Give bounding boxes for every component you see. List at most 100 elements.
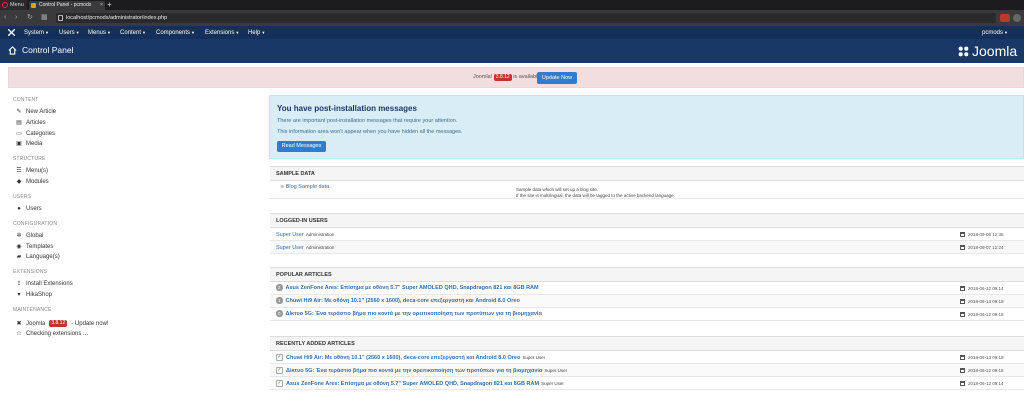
- url-text: localhost/pcmods/administrator/index.php: [66, 15, 168, 21]
- reload-icon[interactable]: ↻: [27, 13, 33, 23]
- calendar-icon: [960, 312, 965, 317]
- table-row: 1 Chuwi Hi9 Air: Με οθόνη 10.1" (2560 x 1…: [270, 295, 1024, 308]
- calendar-icon: [960, 355, 965, 360]
- published-check-icon[interactable]: ✓: [276, 380, 283, 388]
- article-link[interactable]: Chuwi Hi9 Air: Με οθόνη 10.1" (2560 x 16…: [286, 355, 520, 361]
- sidebar-heading-maintenance: MAINTENANCE: [13, 307, 52, 313]
- sidebar-heading-configuration: CONFIGURATION: [13, 221, 58, 227]
- table-row: ✓ Chuwi Hi9 Air: Με οθόνη 10.1" (2560 x 1…: [270, 351, 1024, 364]
- cart-icon: ▾: [17, 292, 21, 298]
- sidebar-item-modules[interactable]: ◆ Modules: [16, 179, 49, 185]
- comments-icon: ▰: [16, 254, 22, 260]
- table-row: 2 Asus ZenFone Ares: Επίσημα με οθόνη 5.7…: [270, 282, 1024, 295]
- chevron-down-icon: ▼: [142, 30, 146, 35]
- calendar-icon: [960, 286, 965, 291]
- sidebar-item-media[interactable]: ▣ Media: [16, 141, 42, 147]
- sidebar-heading-content: CONTENT: [13, 97, 39, 103]
- chevron-down-icon: ▼: [191, 30, 195, 35]
- page-header: Control Panel Joomla: [0, 39, 1024, 63]
- sidebar-heading-structure: STRUCTURE: [13, 156, 46, 162]
- popular-articles-panel: POPULAR ARTICLES 2 Asus ZenFone Ares: Επί…: [270, 267, 1024, 321]
- recent-articles-panel: RECENTLY ADDED ARTICLES ✓ Chuwi Hi9 Air: …: [270, 336, 1024, 390]
- tab-title: Control Panel - pcmods: [39, 2, 92, 8]
- calendar-icon: [960, 381, 965, 386]
- calendar-icon: [960, 299, 965, 304]
- sidebar-item-global[interactable]: ✲ Global: [16, 233, 43, 239]
- panel-heading: RECENTLY ADDED ARTICLES: [270, 337, 1024, 351]
- article-link[interactable]: Δίκτυο 5G: Ένα τεράστιο βήμα πιο κοντά μ…: [286, 368, 542, 374]
- sidebar-heading-users: USERS: [13, 194, 32, 200]
- sidebar-item-hikashop[interactable]: ▾ HikaShop: [16, 292, 52, 298]
- table-row: ✓ Δίκτυο 5G: Ένα τεράστιο βήμα πιο κοντά …: [270, 364, 1024, 377]
- menu-extensions[interactable]: Extensions▼: [205, 26, 239, 40]
- gear-icon: ✲: [16, 233, 22, 239]
- sidebar-item-languages[interactable]: ▰ Language(s): [16, 254, 60, 260]
- url-input[interactable]: localhost/pcmods/administrator/index.php: [56, 13, 996, 23]
- sidebar-item-install-extensions[interactable]: ⇪ Install Extensions: [16, 281, 72, 287]
- user-menu[interactable]: pcmods▼: [982, 26, 1008, 40]
- chevron-down-icon: ▼: [261, 30, 266, 35]
- menu-system[interactable]: System▼: [24, 26, 49, 40]
- article-link[interactable]: Δίκτυο 5G: Ένα τεράστιο βήμα πιο κοντά μ…: [286, 311, 542, 317]
- menu-content[interactable]: Content▼: [120, 26, 146, 40]
- profile-icon[interactable]: [1013, 14, 1021, 22]
- published-check-icon[interactable]: ✓: [276, 367, 283, 375]
- sidebar-item-templates[interactable]: ◉ Templates: [16, 244, 53, 250]
- browser-tab[interactable]: Control Panel - pcmods ×: [29, 1, 105, 10]
- table-row: Super User Administration 2018-09-07 12:2…: [270, 241, 1024, 254]
- chevron-down-icon: ▼: [1004, 30, 1008, 35]
- folder-icon: ▭: [16, 131, 22, 137]
- close-tab-icon[interactable]: ×: [100, 1, 103, 10]
- read-messages-button[interactable]: Read Messages: [277, 141, 326, 152]
- forward-icon[interactable]: ›: [15, 13, 17, 23]
- sample-data-description-2: If the site is multilingual, the data wi…: [516, 193, 675, 198]
- calendar-icon: [960, 232, 965, 237]
- star-icon: ☆: [16, 331, 22, 337]
- panel-heading: SAMPLE DATA: [270, 167, 1024, 181]
- eye-icon: ◉: [16, 244, 22, 250]
- sidebar-item-checking-extensions[interactable]: ☆ Checking extensions ...: [16, 331, 88, 337]
- sidebar-item-joomla-update[interactable]: ✖ Joomla 3.8.12- Update now!: [16, 320, 109, 327]
- published-check-icon[interactable]: ✓: [276, 354, 283, 362]
- sidebar-item-categories[interactable]: ▭ Categories: [16, 131, 55, 137]
- menu-components[interactable]: Components▼: [156, 26, 195, 40]
- upload-icon: ⇪: [16, 281, 22, 287]
- sidebar-item-articles[interactable]: ▤ Articles: [16, 120, 46, 126]
- joomla-logo-text: Joomla: [972, 43, 1018, 59]
- page-info-icon: [58, 15, 63, 21]
- postinstall-messages-panel: You have post-installation messages Ther…: [269, 95, 1024, 159]
- new-tab-button[interactable]: +: [107, 0, 112, 10]
- panel-heading: LOGGED-IN USERS: [270, 214, 1024, 228]
- back-icon[interactable]: ‹: [4, 13, 6, 23]
- version-badge: 3.8.12: [49, 320, 68, 327]
- table-row: 0 Δίκτυο 5G: Ένα τεράστιο βήμα πιο κοντά …: [270, 308, 1024, 321]
- postinstall-note: This information area won't appear when …: [277, 129, 463, 135]
- chevron-down-icon: ▼: [107, 30, 111, 35]
- sidebar: CONTENT ✎ New Article ▤ Articles ▭ Categori…: [0, 92, 260, 402]
- sample-data-panel: SAMPLE DATA ≋ Blog Sample data Sample da…: [270, 166, 1024, 199]
- update-message: Joomla! 3.8.12 is available:: [473, 74, 542, 81]
- sidebar-item-new-article[interactable]: ✎ New Article: [16, 109, 56, 115]
- user-link[interactable]: Super User: [276, 245, 304, 251]
- speed-dial-icon[interactable]: ▦: [41, 13, 48, 23]
- opera-logo-icon: [2, 2, 8, 8]
- sample-data-link[interactable]: Blog Sample data: [286, 184, 329, 190]
- user-link[interactable]: Super User: [276, 232, 304, 238]
- article-link[interactable]: Chuwi Hi9 Air: Με οθόνη 10.1" (2560 x 16…: [286, 298, 520, 304]
- menu-menus[interactable]: Menus▼: [88, 26, 111, 40]
- joomla-menu-icon[interactable]: [8, 29, 15, 36]
- adblock-icon[interactable]: [1000, 14, 1010, 22]
- browser-menu-button[interactable]: Menu: [0, 0, 27, 10]
- sidebar-item-users[interactable]: ● Users: [16, 206, 41, 212]
- article-link[interactable]: Asus ZenFone Ares: Επίσημα με οθόνη 5.7"…: [286, 285, 539, 291]
- sidebar-item-menus[interactable]: ☰ Menu(s): [16, 168, 48, 174]
- image-icon: ▣: [16, 141, 22, 147]
- calendar-icon: [960, 245, 965, 250]
- update-now-button[interactable]: Update Now: [537, 72, 577, 84]
- postinstall-text: There are important post-installation me…: [277, 118, 458, 124]
- menu-users[interactable]: Users▼: [59, 26, 80, 40]
- article-link[interactable]: Asus ZenFone Ares: Επίσημα με οθόνη 5.7"…: [286, 381, 539, 387]
- menu-help[interactable]: Help▼: [248, 26, 265, 40]
- browser-tab-bar: Menu Control Panel - pcmods × +: [0, 0, 1024, 10]
- users-icon: ●: [17, 206, 21, 212]
